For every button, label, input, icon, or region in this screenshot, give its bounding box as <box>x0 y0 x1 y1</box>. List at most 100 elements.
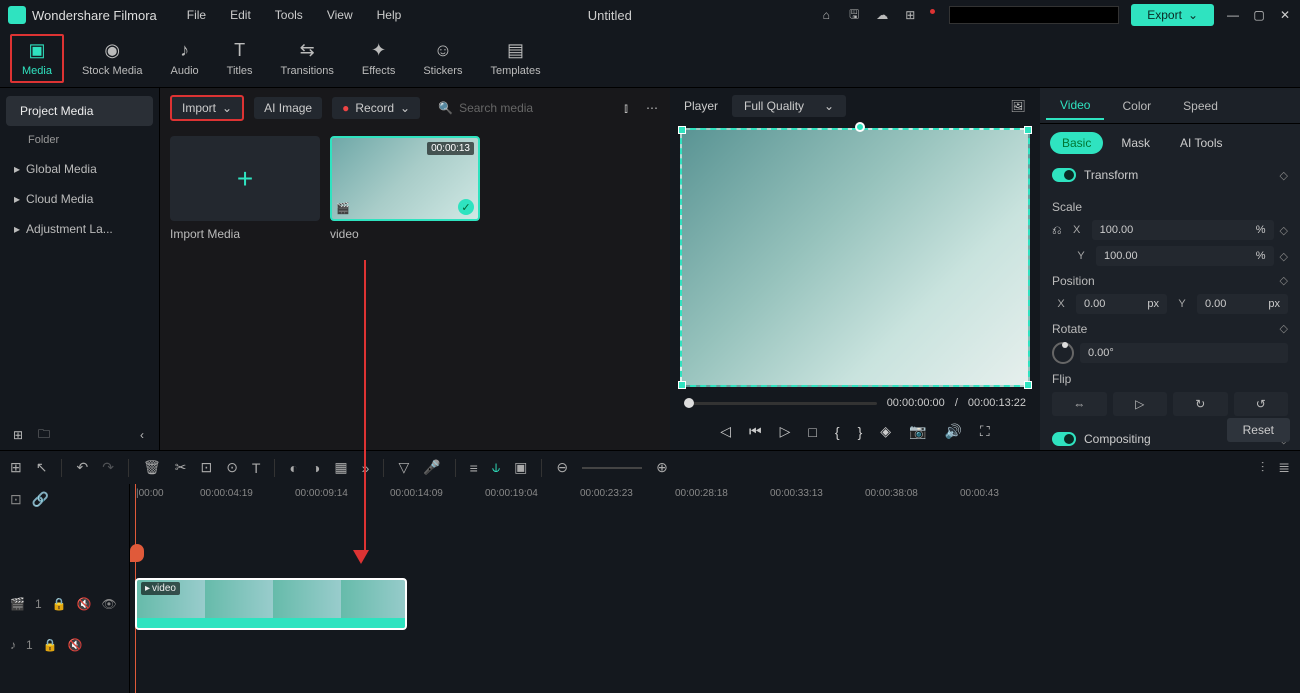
rotate-dial[interactable] <box>1052 342 1074 364</box>
tab-stock-media[interactable]: ◉Stock Media <box>72 36 153 81</box>
render-icon[interactable]: ▣ <box>514 459 527 476</box>
resize-handle-bl[interactable] <box>678 381 686 389</box>
export-button[interactable]: Export⌄ <box>1131 4 1214 26</box>
menu-view[interactable]: View <box>327 8 353 22</box>
tab-transitions[interactable]: ⇆Transitions <box>271 36 344 81</box>
pos-y-input[interactable]: 0.00px <box>1197 294 1288 314</box>
minimize-button[interactable]: — <box>1226 8 1240 22</box>
menu-help[interactable]: Help <box>377 8 402 22</box>
zoom-out-icon[interactable]: ⊖ <box>556 459 568 476</box>
menu-file[interactable]: File <box>187 8 206 22</box>
import-media-card[interactable]: + Import Media <box>170 136 320 241</box>
flip-h-button[interactable]: ⇔ <box>1052 392 1107 416</box>
cloud-icon[interactable]: ☁ <box>874 7 890 23</box>
close-button[interactable]: ✕ <box>1278 8 1292 22</box>
compositing-toggle[interactable] <box>1052 432 1076 446</box>
rotate-ccw-button[interactable]: ↺ <box>1234 392 1289 416</box>
collapse-icon[interactable]: ‹ <box>134 427 150 443</box>
undo-button[interactable]: ↶ <box>76 459 88 476</box>
audio-track-header[interactable]: ♪ 1 🔒 🔇 <box>0 630 129 660</box>
keyframe-icon[interactable]: ◇ <box>1280 250 1288 263</box>
tab-effects[interactable]: ✦Effects <box>352 36 405 81</box>
sidebar-folder[interactable]: Folder <box>0 126 159 154</box>
grid-view-icon[interactable]: ⊞ <box>10 459 22 476</box>
link-icon[interactable]: 🔗 <box>32 491 49 508</box>
rotate-handle[interactable] <box>855 122 865 132</box>
inspector-tab-video[interactable]: Video <box>1046 92 1104 120</box>
menu-edit[interactable]: Edit <box>230 8 251 22</box>
color-icon[interactable]: ◑ <box>312 460 320 476</box>
progress-slider[interactable] <box>684 402 877 405</box>
quality-select[interactable]: Full Quality⌄ <box>732 95 846 117</box>
camera-icon[interactable]: 📷 <box>909 423 926 440</box>
filter-icon[interactable]: ⫾ <box>618 100 634 116</box>
stop-button[interactable]: □ <box>808 424 816 440</box>
keyframe-icon[interactable]: ◇ <box>1280 322 1288 336</box>
media-card-video[interactable]: 00:00:13 ✓ 🎬 video <box>330 136 480 241</box>
preview-viewport[interactable] <box>680 128 1030 387</box>
import-button[interactable]: Import⌄ <box>170 95 244 121</box>
record-icon[interactable]: ◐ <box>289 460 297 476</box>
resize-handle-tl[interactable] <box>678 126 686 134</box>
list-icon[interactable]: ≣ <box>1278 459 1290 476</box>
fullscreen-icon[interactable]: ⛶ <box>980 423 990 440</box>
tab-titles[interactable]: TTitles <box>217 36 263 81</box>
timeline-tracks[interactable]: |00:00 00:00:04:19 00:00:09:14 00:00:14:… <box>130 484 1300 693</box>
keyframe-icon[interactable]: ◇ <box>1280 169 1288 182</box>
sidebar-cloud-media[interactable]: ▸Cloud Media <box>0 184 159 214</box>
visibility-icon[interactable]: 👁 <box>102 597 117 611</box>
inspector-tab-color[interactable]: Color <box>1108 93 1165 119</box>
rotate-input[interactable]: 0.00° <box>1080 343 1288 363</box>
tab-audio[interactable]: ♪Audio <box>161 36 209 81</box>
search-input[interactable]: 🔍Search media <box>430 97 608 119</box>
lock-icon[interactable]: ⎌ <box>1052 223 1062 238</box>
flip-v-button[interactable]: ▷ <box>1113 392 1168 416</box>
crop-button[interactable]: ⊡ <box>200 459 212 476</box>
account-box[interactable] <box>949 6 1119 24</box>
tab-stickers[interactable]: ☺Stickers <box>413 36 472 81</box>
playhead-handle[interactable] <box>130 544 144 562</box>
inspector-sub-mask[interactable]: Mask <box>1109 132 1162 154</box>
sidebar-global-media[interactable]: ▸Global Media <box>0 154 159 184</box>
mark-out-button[interactable]: } <box>858 424 863 440</box>
inspector-sub-aitools[interactable]: AI Tools <box>1168 132 1234 154</box>
ai-image-button[interactable]: AI Image <box>254 97 322 119</box>
device-icon[interactable]: ⌂ <box>818 7 834 23</box>
more-icon[interactable]: » <box>362 460 370 476</box>
speed-icon[interactable]: ⊙ <box>226 459 238 476</box>
resize-handle-br[interactable] <box>1024 381 1032 389</box>
transform-toggle[interactable] <box>1052 168 1076 182</box>
delete-button[interactable]: 🗑 <box>143 459 161 476</box>
mixer-icon[interactable]: ≡ <box>470 460 478 476</box>
adjust-icon[interactable]: ▦ <box>334 459 347 476</box>
sidebar-project-media[interactable]: Project Media <box>6 96 153 126</box>
magnet-icon[interactable]: ⫝ <box>492 459 500 476</box>
mute-icon[interactable]: 🔇 <box>68 638 83 652</box>
cut-button[interactable]: ✂ <box>175 459 187 476</box>
folder-icon[interactable]: 🗀 <box>36 427 52 443</box>
marker-button[interactable]: ◈ <box>880 423 891 440</box>
marker-icon[interactable]: ▽ <box>398 459 409 476</box>
mute-icon[interactable]: 🔇 <box>77 597 92 611</box>
record-button[interactable]: ●Record⌄ <box>332 97 420 119</box>
mic-icon[interactable]: 🎤 <box>423 459 440 476</box>
inspector-sub-basic[interactable]: Basic <box>1050 132 1103 154</box>
scale-x-input[interactable]: 100.00% <box>1092 220 1274 240</box>
pos-x-input[interactable]: 0.00px <box>1076 294 1167 314</box>
timeline-options-icon[interactable]: ⊡ <box>10 491 22 508</box>
more-icon[interactable]: ⋯ <box>644 100 660 116</box>
menu-tools[interactable]: Tools <box>275 8 303 22</box>
scale-y-input[interactable]: 100.00% <box>1096 246 1274 266</box>
inspector-tab-speed[interactable]: Speed <box>1169 93 1232 119</box>
step-back-button[interactable]: ⏮ <box>749 423 762 440</box>
time-ruler[interactable]: |00:00 00:00:04:19 00:00:09:14 00:00:14:… <box>130 484 1300 514</box>
timeline-clip[interactable]: ▸video <box>135 578 407 630</box>
tab-media[interactable]: ▣Media <box>10 34 64 83</box>
lock-icon[interactable]: 🔒 <box>43 638 58 652</box>
keyframe-icon[interactable]: ◇ <box>1280 274 1288 288</box>
mark-in-button[interactable]: { <box>835 424 840 440</box>
redo-button[interactable]: ↷ <box>102 459 114 476</box>
sidebar-adjustment[interactable]: ▸Adjustment La... <box>0 214 159 244</box>
video-track-header[interactable]: 🎬 1 🔒 🔇 👁 <box>0 578 129 630</box>
keyframe-icon[interactable]: ◇ <box>1280 224 1288 237</box>
